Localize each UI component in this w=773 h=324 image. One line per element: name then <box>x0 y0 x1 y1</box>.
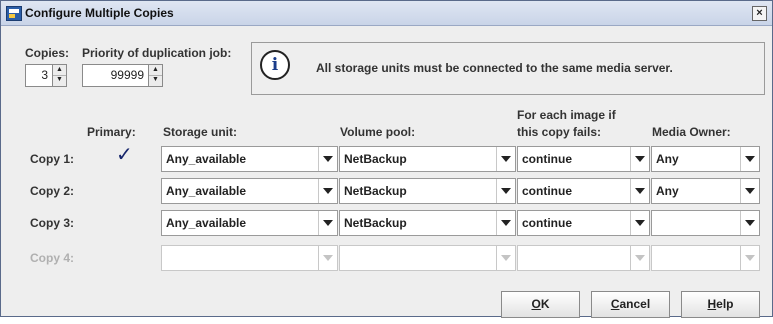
chevron-down-icon[interactable] <box>496 211 515 235</box>
ok-button[interactable]: OK <box>501 291 580 318</box>
copy-3-label: Copy 3: <box>30 216 75 230</box>
copies-spinner[interactable]: 3 ▲ ▼ <box>25 64 67 87</box>
primary-check-icon[interactable]: ✓ <box>116 145 133 165</box>
copy-4-media-owner-select <box>651 245 760 271</box>
copy-1-media-owner-select[interactable]: Any <box>651 146 760 172</box>
header-on-fail-line2: this copy fails: <box>517 125 602 139</box>
copy-2-storage-unit-value: Any_available <box>166 184 247 198</box>
chevron-down-icon[interactable] <box>740 147 759 171</box>
copy-2-volume-pool-value: NetBackup <box>344 184 407 198</box>
copy-4-on-fail-select <box>517 245 650 271</box>
cancel-label-rest: ancel <box>619 297 651 311</box>
chevron-down-icon <box>318 246 337 270</box>
chevron-down-icon[interactable] <box>740 179 759 203</box>
info-message: All storage units must be connected to t… <box>316 61 673 75</box>
info-panel: i All storage units must be connected to… <box>251 42 765 95</box>
title-bar[interactable]: Configure Multiple Copies × <box>1 1 772 26</box>
copy-3-volume-pool-value: NetBackup <box>344 216 407 230</box>
chevron-down-icon[interactable] <box>630 147 649 171</box>
copy-1-label: Copy 1: <box>30 152 75 166</box>
ok-mnemonic: O <box>531 297 541 311</box>
copy-1-storage-unit-value: Any_available <box>166 152 247 166</box>
chevron-down-icon[interactable] <box>318 147 337 171</box>
copy-2-on-fail-value: continue <box>522 184 572 198</box>
copy-3-storage-unit-select[interactable]: Any_available <box>161 210 338 236</box>
chevron-down-icon <box>630 246 649 270</box>
help-mnemonic: H <box>707 297 717 311</box>
copy-3-storage-unit-value: Any_available <box>166 216 247 230</box>
copy-1-on-fail-value: continue <box>522 152 572 166</box>
chevron-down-icon[interactable] <box>318 179 337 203</box>
chevron-down-icon <box>496 246 515 270</box>
copy-2-label: Copy 2: <box>30 184 75 198</box>
cancel-button[interactable]: Cancel <box>591 291 670 318</box>
chevron-down-icon[interactable] <box>496 147 515 171</box>
copy-3-volume-pool-select[interactable]: NetBackup <box>339 210 516 236</box>
ok-label-rest: K <box>540 297 550 311</box>
copy-1-volume-pool-select[interactable]: NetBackup <box>339 146 516 172</box>
copy-2-media-owner-select[interactable]: Any <box>651 178 760 204</box>
copy-2-on-fail-select[interactable]: continue <box>517 178 650 204</box>
copy-4-volume-pool-select <box>339 245 516 271</box>
copy-2-media-owner-value: Any <box>656 184 679 198</box>
header-storage-unit: Storage unit: <box>163 125 237 139</box>
copy-1-media-owner-value: Any <box>656 152 679 166</box>
close-button[interactable]: × <box>752 6 767 21</box>
spinner-down-icon[interactable]: ▼ <box>149 75 162 85</box>
copy-1-volume-pool-value: NetBackup <box>344 152 407 166</box>
dialog-window: Configure Multiple Copies × Copies: 3 ▲ … <box>0 0 773 318</box>
chevron-down-icon <box>740 246 759 270</box>
window-title: Configure Multiple Copies <box>25 6 174 20</box>
chevron-down-icon[interactable] <box>630 179 649 203</box>
chevron-down-icon[interactable] <box>740 211 759 235</box>
priority-value[interactable]: 99999 <box>111 68 144 82</box>
copies-spinner-arrows[interactable]: ▲ ▼ <box>52 65 66 86</box>
copy-3-on-fail-value: continue <box>522 216 572 230</box>
copy-1-on-fail-select[interactable]: continue <box>517 146 650 172</box>
priority-label: Priority of duplication job: <box>82 46 232 60</box>
header-media-owner: Media Owner: <box>652 125 731 139</box>
app-icon <box>6 6 22 21</box>
spinner-down-icon[interactable]: ▼ <box>53 75 66 85</box>
chevron-down-icon[interactable] <box>630 211 649 235</box>
copy-2-storage-unit-select[interactable]: Any_available <box>161 178 338 204</box>
header-on-fail-line1: For each image if <box>517 108 616 122</box>
copies-value[interactable]: 3 <box>41 68 48 82</box>
info-icon: i <box>260 50 290 80</box>
priority-spinner[interactable]: 99999 ▲ ▼ <box>82 64 163 87</box>
copies-label: Copies: <box>25 46 70 60</box>
priority-spinner-arrows[interactable]: ▲ ▼ <box>148 65 162 86</box>
copy-3-on-fail-select[interactable]: continue <box>517 210 650 236</box>
header-volume-pool: Volume pool: <box>340 125 416 139</box>
copy-4-storage-unit-select <box>161 245 338 271</box>
copy-3-media-owner-select[interactable] <box>651 210 760 236</box>
header-primary: Primary: <box>87 125 136 139</box>
help-button[interactable]: Help <box>681 291 760 318</box>
chevron-down-icon[interactable] <box>318 211 337 235</box>
help-label-rest: elp <box>716 297 734 311</box>
chevron-down-icon[interactable] <box>496 179 515 203</box>
copy-2-volume-pool-select[interactable]: NetBackup <box>339 178 516 204</box>
copy-1-storage-unit-select[interactable]: Any_available <box>161 146 338 172</box>
copy-4-label: Copy 4: <box>30 251 75 265</box>
